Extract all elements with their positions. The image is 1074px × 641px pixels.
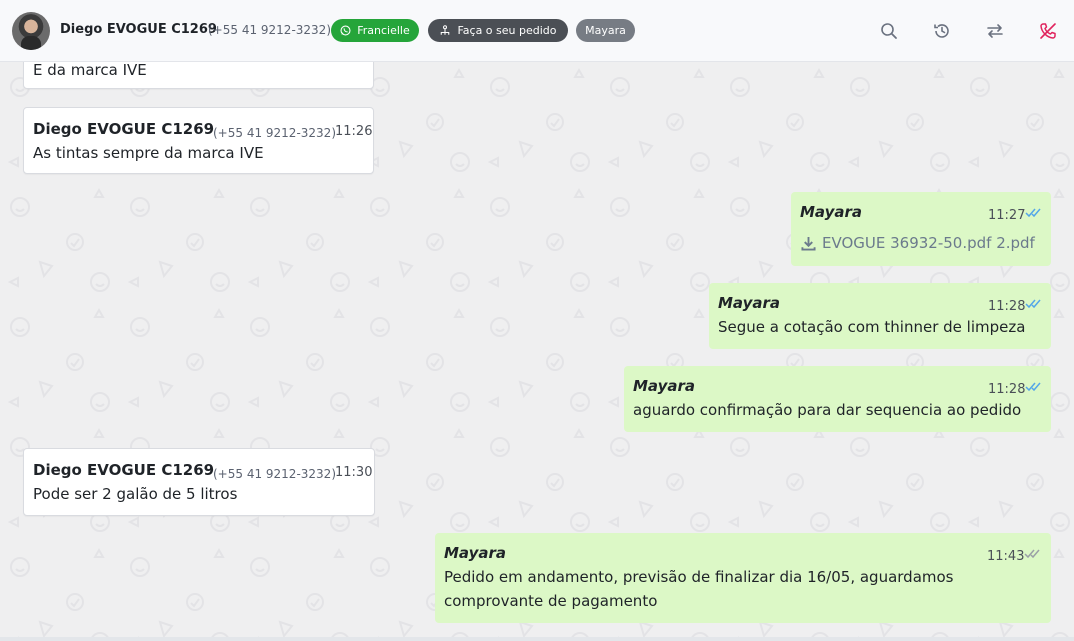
message-text: aguardo confirmação para dar sequencia a… [633,401,1022,419]
read-receipt-icon [1025,382,1041,392]
read-receipt-icon [1025,208,1041,218]
message-bubble-incoming[interactable]: Diego EVOGUE C1269 (+55 41 9212-3232) 11… [23,448,375,516]
attachment-download-link[interactable]: EVOGUE 36932-50.pdf 2.pdf [801,231,1035,255]
message-sender: Mayara [800,203,863,221]
message-sender: Mayara [633,377,696,395]
transfer-icon [987,24,1003,38]
search-button[interactable] [877,19,901,43]
message-text-line: comprovante de pagamento [444,592,658,610]
message-text: As tintas sempre da marca IVE [33,144,264,162]
message-list[interactable]: E da marca IVE Diego EVOGUE C1269 (+55 4… [0,62,1074,641]
tag-flow[interactable]: Faça o seu pedido [428,19,568,42]
message-sender: Mayara [444,544,507,562]
history-button[interactable] [930,19,954,43]
download-icon [801,236,816,251]
message-sender: Mayara [718,294,781,312]
message-sender: Diego EVOGUE C1269 [33,120,215,138]
end-conversation-button[interactable] [1036,19,1060,43]
message-bubble-outgoing[interactable]: Mayara 11:27 EVOGUE 36932-50.pdf 2.pdf [791,192,1051,266]
message-bubble-incoming[interactable]: E da marca IVE [23,62,374,89]
transfer-button[interactable] [983,19,1007,43]
tag-label: Mayara [585,24,626,37]
attachment-filename: EVOGUE 36932-50.pdf 2.pdf [822,234,1035,252]
tag-label: Francielle [357,24,410,37]
message-time: 11:27 [988,208,1026,223]
message-time: 11:30 [335,465,373,480]
contact-name: Diego EVOGUE C1269 [60,22,217,37]
composer-edge [0,637,1074,641]
read-receipt-icon [1025,299,1041,309]
message-bubble-outgoing[interactable]: Mayara 11:28 Segue a cotação com thinner… [709,283,1051,349]
message-sender: Diego EVOGUE C1269 [33,461,215,479]
message-text-line: Pedido em andamento, previsão de finaliz… [444,568,954,586]
avatar[interactable] [12,12,50,50]
message-time: 11:43 [987,549,1025,564]
whatsapp-icon [340,25,351,36]
end-call-icon [1040,23,1056,39]
message-text: Pode ser 2 galão de 5 litros [33,485,238,503]
message-text: Segue a cotação com thinner de limpeza [718,318,1026,336]
message-bubble-outgoing[interactable]: Mayara 11:43 Pedido em andamento, previs… [435,533,1051,623]
search-icon [881,23,897,39]
delivered-receipt-icon [1024,549,1040,559]
contact-phone: (+55 41 9212-3232) [208,23,331,37]
tag-label: Faça o seu pedido [457,24,557,37]
message-text: E da marca IVE [33,62,147,79]
flow-icon [441,24,450,35]
message-time: 11:26 [335,124,373,139]
tag-francielle[interactable]: Francielle [331,19,419,42]
history-icon [934,24,949,38]
tag-mayara[interactable]: Mayara [576,19,635,42]
chat-header: Diego EVOGUE C1269 (+55 41 9212-3232) Fr… [0,0,1074,62]
message-bubble-incoming[interactable]: Diego EVOGUE C1269 (+55 41 9212-3232) 11… [23,107,374,174]
message-bubble-outgoing[interactable]: Mayara 11:28 aguardo confirmação para da… [624,366,1051,432]
